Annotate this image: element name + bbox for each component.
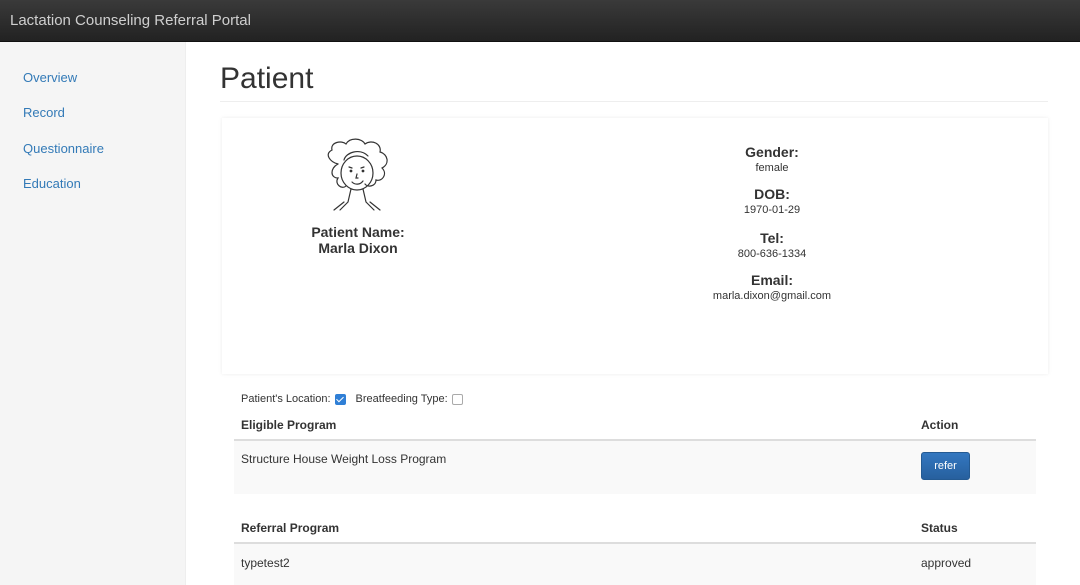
patient-avatar-icon: [327, 138, 388, 211]
sidebar-item-education[interactable]: Education: [23, 176, 81, 191]
location-label: Patient's Location:: [241, 393, 331, 405]
refer-button[interactable]: refer: [921, 452, 970, 480]
tel-block: Tel: 800-636-1334: [672, 230, 872, 260]
table-row: [234, 544, 1036, 585]
dob-label: DOB:: [754, 186, 790, 202]
action-header: Action: [921, 418, 959, 432]
location-checkbox[interactable]: [334, 393, 346, 405]
patient-name: Marla Dixon: [318, 240, 398, 256]
email-label: Email:: [750, 272, 793, 288]
title-divider: [220, 101, 1048, 102]
feeding-type-label: Breatfeeding Type:: [355, 393, 448, 405]
patient-name-label: Patient Name:: [311, 224, 405, 240]
feeding-type-checkbox[interactable]: [451, 393, 463, 405]
referral-program-header: Referral Program: [241, 521, 340, 535]
referral-status: approved: [921, 556, 972, 570]
page-title: Patient: [220, 62, 314, 95]
table-row: [234, 441, 1036, 494]
top-navbar: Lactation Counseling Referral Portal: [0, 0, 1080, 42]
patient-name-block: Patient Name: Marla Dixon: [258, 224, 458, 256]
tel-label: Tel:: [760, 230, 784, 246]
gender-label: Gender:: [745, 144, 799, 160]
gender-value: female: [755, 162, 789, 174]
filter-row: Patient's Location: Breatfeeding Type:: [241, 393, 473, 405]
email-block: Email: marla.dixon@gmail.com: [672, 272, 872, 302]
eligible-program-name: Structure House Weight Loss Program: [241, 452, 447, 466]
email-value: marla.dixon@gmail.com: [712, 290, 832, 302]
dob-value: 1970-01-29: [743, 204, 801, 216]
referral-program-name: typetest2: [241, 556, 290, 570]
gender-block: Gender: female: [672, 144, 872, 174]
sidebar-item-record[interactable]: Record: [23, 105, 65, 120]
dob-block: DOB: 1970-01-29: [672, 186, 872, 216]
eligible-program-header: Eligible Program: [241, 418, 337, 432]
app-title[interactable]: Lactation Counseling Referral Portal: [10, 12, 251, 29]
sidebar: Overview Record Questionnaire Education: [0, 42, 186, 585]
tel-value: 800-636-1334: [737, 248, 807, 260]
sidebar-item-questionnaire[interactable]: Questionnaire: [23, 141, 104, 156]
sidebar-item-overview[interactable]: Overview: [23, 70, 77, 85]
status-header: Status: [921, 521, 958, 535]
